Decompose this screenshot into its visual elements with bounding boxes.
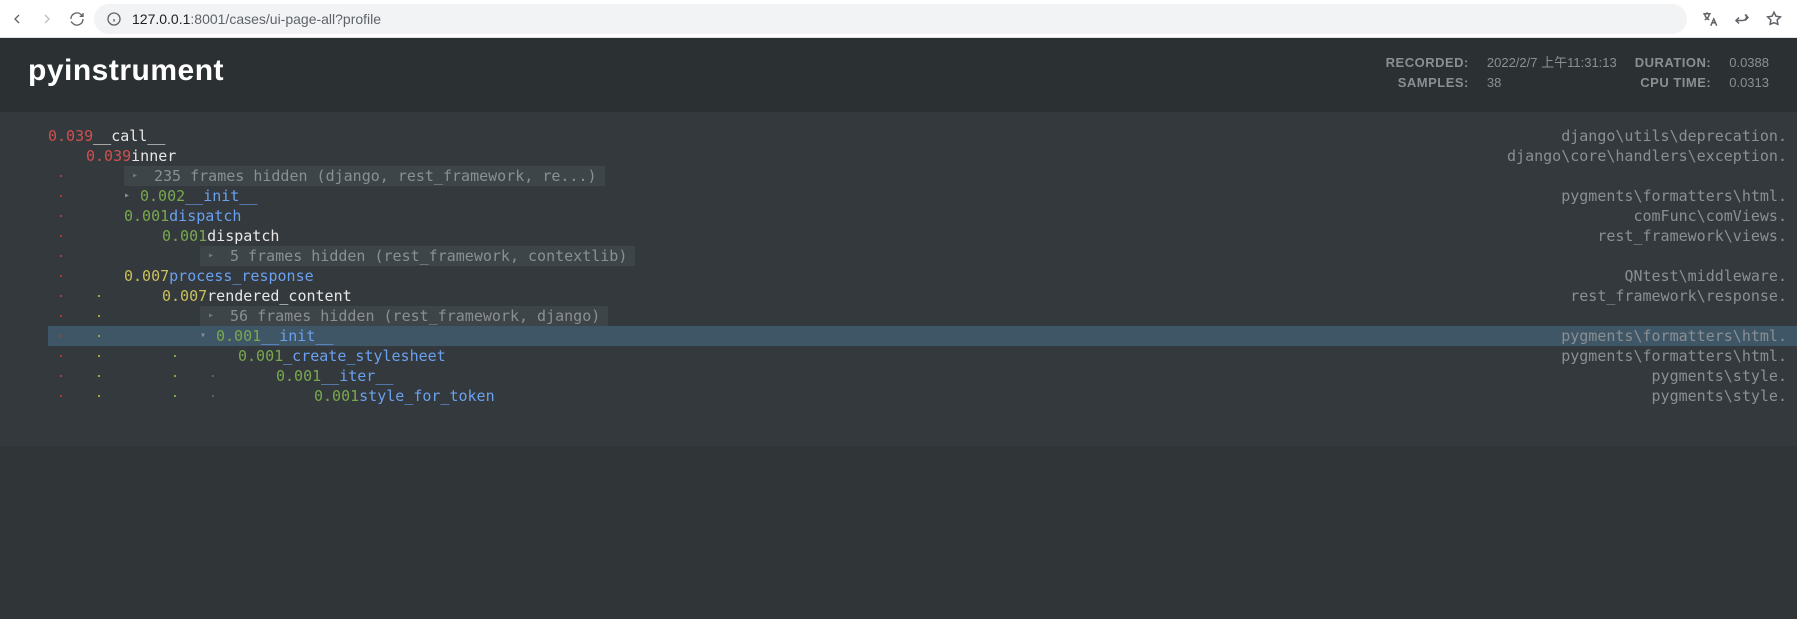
- tree-row[interactable]: 0.039 inner django\core\handlers\exceptio…: [48, 146, 1797, 166]
- cputime-value: 0.0313: [1729, 75, 1769, 90]
- frame-time: 0.039: [48, 126, 93, 146]
- tree-row[interactable]: 0.001 dispatch comFunc\comViews.: [48, 206, 1797, 226]
- hidden-frames-text: 56 frames hidden (rest_framework, django…: [230, 306, 600, 326]
- frame-name: __iter__: [321, 366, 393, 386]
- tree-row[interactable]: 0.039 __call__ django\utils\deprecation.: [48, 126, 1797, 146]
- hidden-frames-text: 235 frames hidden (django, rest_framewor…: [154, 166, 597, 186]
- frame-name: __init__: [261, 326, 333, 346]
- share-icon[interactable]: [1733, 10, 1751, 28]
- frame-path: pygments\formatters\html.: [1561, 186, 1787, 206]
- frame-name: dispatch: [169, 206, 241, 226]
- app-header: pyinstrument RECORDED: 2022/2/7 上午11:31:…: [0, 38, 1797, 112]
- frame-path: QNtest\middleware.: [1624, 266, 1787, 286]
- tree-row[interactable]: ▸ 5 frames hidden (rest_framework, contex…: [48, 246, 1797, 266]
- expand-icon[interactable]: ▸: [124, 186, 134, 206]
- tree-row[interactable]: ▸ 56 frames hidden (rest_framework, djang…: [48, 306, 1797, 326]
- forward-button[interactable]: [38, 10, 56, 28]
- tree-row[interactable]: 0.001 style_for_token pygments\style.: [48, 386, 1797, 406]
- recorded-value: 2022/2/7 上午11:31:13: [1487, 52, 1617, 71]
- tree-row[interactable]: 0.007 rendered_content rest_framework\res…: [48, 286, 1797, 306]
- frame-time: 0.001: [276, 366, 321, 386]
- frame-path: pygments\style.: [1652, 366, 1787, 386]
- frame-path: django\utils\deprecation.: [1561, 126, 1787, 146]
- frame-name: _create_stylesheet: [283, 346, 446, 366]
- hidden-frames[interactable]: ▸ 56 frames hidden (rest_framework, djang…: [200, 306, 608, 326]
- tree-row[interactable]: ▸ 0.002 __init__ pygments\formatters\html.: [48, 186, 1797, 206]
- expand-icon: ▸: [132, 166, 142, 186]
- frame-name: inner: [131, 146, 176, 166]
- frame-path: pygments\style.: [1652, 386, 1787, 406]
- frame-time: 0.001: [124, 206, 169, 226]
- toolbar-right: [1695, 10, 1789, 28]
- tree-row[interactable]: 0.001 __iter__ pygments\style.: [48, 366, 1797, 386]
- tree-row[interactable]: 0.001 _create_stylesheet pygments\formatt…: [48, 346, 1797, 366]
- cputime-label: CPU TIME:: [1635, 75, 1711, 90]
- samples-label: SAMPLES:: [1386, 75, 1469, 90]
- bookmark-star-icon[interactable]: [1765, 10, 1783, 28]
- frame-path: rest_framework\views.: [1597, 226, 1787, 246]
- hidden-frames-text: 5 frames hidden (rest_framework, context…: [230, 246, 627, 266]
- frame-time: 0.002: [140, 186, 185, 206]
- frame-time: 0.001: [216, 326, 261, 346]
- duration-label: DURATION:: [1635, 55, 1711, 70]
- back-button[interactable]: [8, 10, 26, 28]
- browser-toolbar: 127.0.0.1:8001/cases/ui-page-all?profile: [0, 0, 1797, 38]
- frame-path: pygments\formatters\html.: [1561, 346, 1787, 366]
- duration-value: 0.0388: [1729, 55, 1769, 70]
- tree-row[interactable]: 0.007 process_response QNtest\middleware.: [48, 266, 1797, 286]
- site-info-icon[interactable]: [106, 11, 122, 27]
- frame-name: __init__: [185, 186, 257, 206]
- frame-time: 0.001: [162, 226, 207, 246]
- reload-button[interactable]: [68, 10, 86, 28]
- frame-time: 0.039: [86, 146, 131, 166]
- frame-path: comFunc\comViews.: [1633, 206, 1787, 226]
- frame-name: __call__: [93, 126, 165, 146]
- expand-icon: ▸: [208, 306, 218, 326]
- tree-row[interactable]: 0.001 dispatch rest_framework\views.: [48, 226, 1797, 246]
- hidden-frames[interactable]: ▸ 235 frames hidden (django, rest_framewo…: [124, 166, 605, 186]
- frame-name: style_for_token: [359, 386, 494, 406]
- profiler-app: pyinstrument RECORDED: 2022/2/7 上午11:31:…: [0, 38, 1797, 619]
- frame-time: 0.001: [238, 346, 283, 366]
- recorded-label: RECORDED:: [1386, 55, 1469, 70]
- app-title: pyinstrument: [28, 54, 224, 88]
- frame-name: dispatch: [207, 226, 279, 246]
- frame-time: 0.007: [124, 266, 169, 286]
- call-tree: 0.039 __call__django\utils\deprecation.0…: [0, 112, 1797, 446]
- translate-icon[interactable]: [1701, 10, 1719, 28]
- frame-path: django\core\handlers\exception.: [1507, 146, 1787, 166]
- collapse-icon[interactable]: ▾: [200, 326, 210, 346]
- frame-name: process_response: [169, 266, 314, 286]
- nav-buttons: [8, 10, 86, 28]
- frame-name: rendered_content: [207, 286, 352, 306]
- tree-row[interactable]: ▸ 235 frames hidden (django, rest_framewo…: [48, 166, 1797, 186]
- url-text: 127.0.0.1:8001/cases/ui-page-all?profile: [132, 11, 381, 27]
- frame-path: pygments\formatters\html.: [1561, 326, 1787, 346]
- frame-time: 0.007: [162, 286, 207, 306]
- expand-icon: ▸: [208, 246, 218, 266]
- metrics-grid: RECORDED: 2022/2/7 上午11:31:13 DURATION: …: [1386, 52, 1769, 90]
- frame-time: 0.001: [314, 386, 359, 406]
- tree-row[interactable]: ▾ 0.001 __init__ pygments\formatters\html.: [48, 326, 1797, 346]
- frame-path: rest_framework\response.: [1570, 286, 1787, 306]
- hidden-frames[interactable]: ▸ 5 frames hidden (rest_framework, contex…: [200, 246, 635, 266]
- address-bar[interactable]: 127.0.0.1:8001/cases/ui-page-all?profile: [94, 4, 1687, 34]
- samples-value: 38: [1487, 75, 1617, 90]
